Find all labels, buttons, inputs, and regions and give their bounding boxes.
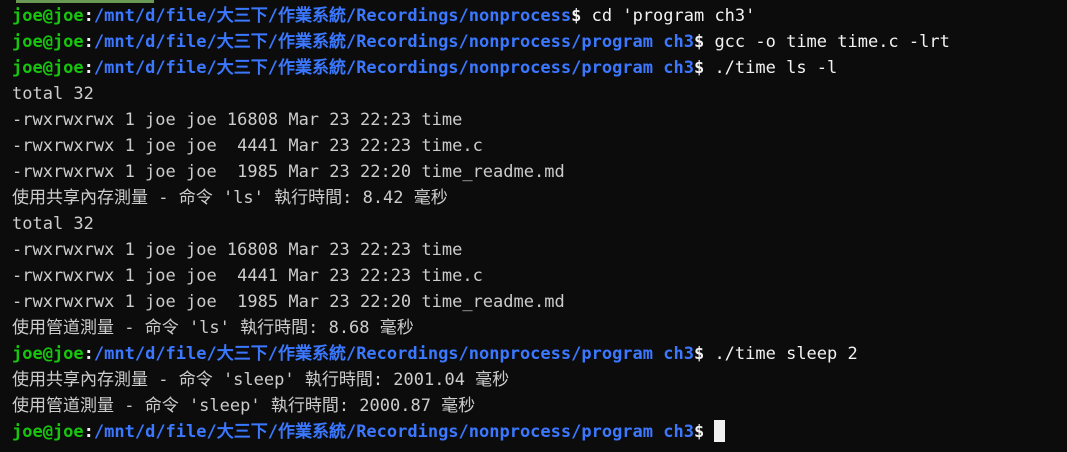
command-text: ./time sleep 2 (704, 344, 858, 364)
output-line: total 32 (12, 84, 94, 104)
prompt-symbol: $ (693, 344, 705, 364)
output-line: -rwxrwxrwx 1 joe joe 16808 Mar 23 22:23 … (12, 110, 463, 130)
command-input[interactable] (704, 422, 714, 442)
prompt-user: joe@joe (12, 58, 84, 78)
selection-highlight (16, 0, 154, 3)
prompt-path: /mnt/d/file/大三下/作業系統/Recordings/nonproce… (93, 6, 572, 26)
prompt-colon: : (83, 32, 94, 52)
terminal-window[interactable]: joe@joe:/mnt/d/file/大三下/作業系統/Recordings/… (0, 0, 1067, 452)
prompt-symbol: $ (693, 422, 705, 442)
prompt-path: /mnt/d/file/大三下/作業系統/Recordings/nonproce… (93, 344, 694, 364)
output-line: -rwxrwxrwx 1 joe joe 1985 Mar 23 22:20 t… (12, 292, 565, 312)
prompt-user: joe@joe (12, 422, 84, 442)
prompt-line: joe@joe:/mnt/d/file/大三下/作業系統/Recordings/… (12, 55, 1067, 81)
prompt-symbol: $ (693, 32, 705, 52)
prompt-colon: : (83, 58, 94, 78)
prompt-user: joe@joe (12, 32, 84, 52)
output-line: -rwxrwxrwx 1 joe joe 4441 Mar 23 22:23 t… (12, 136, 483, 156)
output-line: 使用管道測量 - 命令 'ls' 執行時間: 8.68 毫秒 (12, 318, 414, 338)
prompt-line: joe@joe:/mnt/d/file/大三下/作業系統/Recordings/… (12, 341, 1067, 367)
prompt-user: joe@joe (12, 6, 84, 26)
output-line: 使用共享內存測量 - 命令 'ls' 執行時間: 8.42 毫秒 (12, 188, 448, 208)
prompt-user: joe@joe (12, 344, 84, 364)
output-line: -rwxrwxrwx 1 joe joe 4441 Mar 23 22:23 t… (12, 266, 483, 286)
output-line: 使用管道測量 - 命令 'sleep' 執行時間: 2000.87 毫秒 (12, 396, 476, 416)
prompt-line: joe@joe:/mnt/d/file/大三下/作業系統/Recordings/… (12, 29, 1067, 55)
prompt-colon: : (83, 344, 94, 364)
text-cursor (714, 420, 726, 442)
output-line: total 32 (12, 214, 94, 234)
output-line: 使用共享內存測量 - 命令 'sleep' 執行時間: 2001.04 毫秒 (12, 370, 510, 390)
prompt-line: joe@joe:/mnt/d/file/大三下/作業系統/Recordings/… (12, 3, 1067, 29)
command-text: gcc -o time time.c -lrt (704, 32, 950, 52)
prompt-path: /mnt/d/file/大三下/作業系統/Recordings/nonproce… (93, 422, 694, 442)
command-text: ./time ls -l (704, 58, 838, 78)
command-text: cd 'program ch3' (581, 6, 756, 26)
prompt-symbol: $ (693, 58, 705, 78)
prompt-path: /mnt/d/file/大三下/作業系統/Recordings/nonproce… (93, 32, 694, 52)
prompt-colon: : (83, 6, 94, 26)
prompt-path: /mnt/d/file/大三下/作業系統/Recordings/nonproce… (93, 58, 694, 78)
output-line: -rwxrwxrwx 1 joe joe 16808 Mar 23 22:23 … (12, 240, 463, 260)
current-prompt-line[interactable]: joe@joe:/mnt/d/file/大三下/作業系統/Recordings/… (12, 419, 1067, 445)
output-line: -rwxrwxrwx 1 joe joe 1985 Mar 23 22:20 t… (12, 162, 565, 182)
prompt-symbol: $ (571, 6, 582, 26)
prompt-colon: : (83, 422, 94, 442)
